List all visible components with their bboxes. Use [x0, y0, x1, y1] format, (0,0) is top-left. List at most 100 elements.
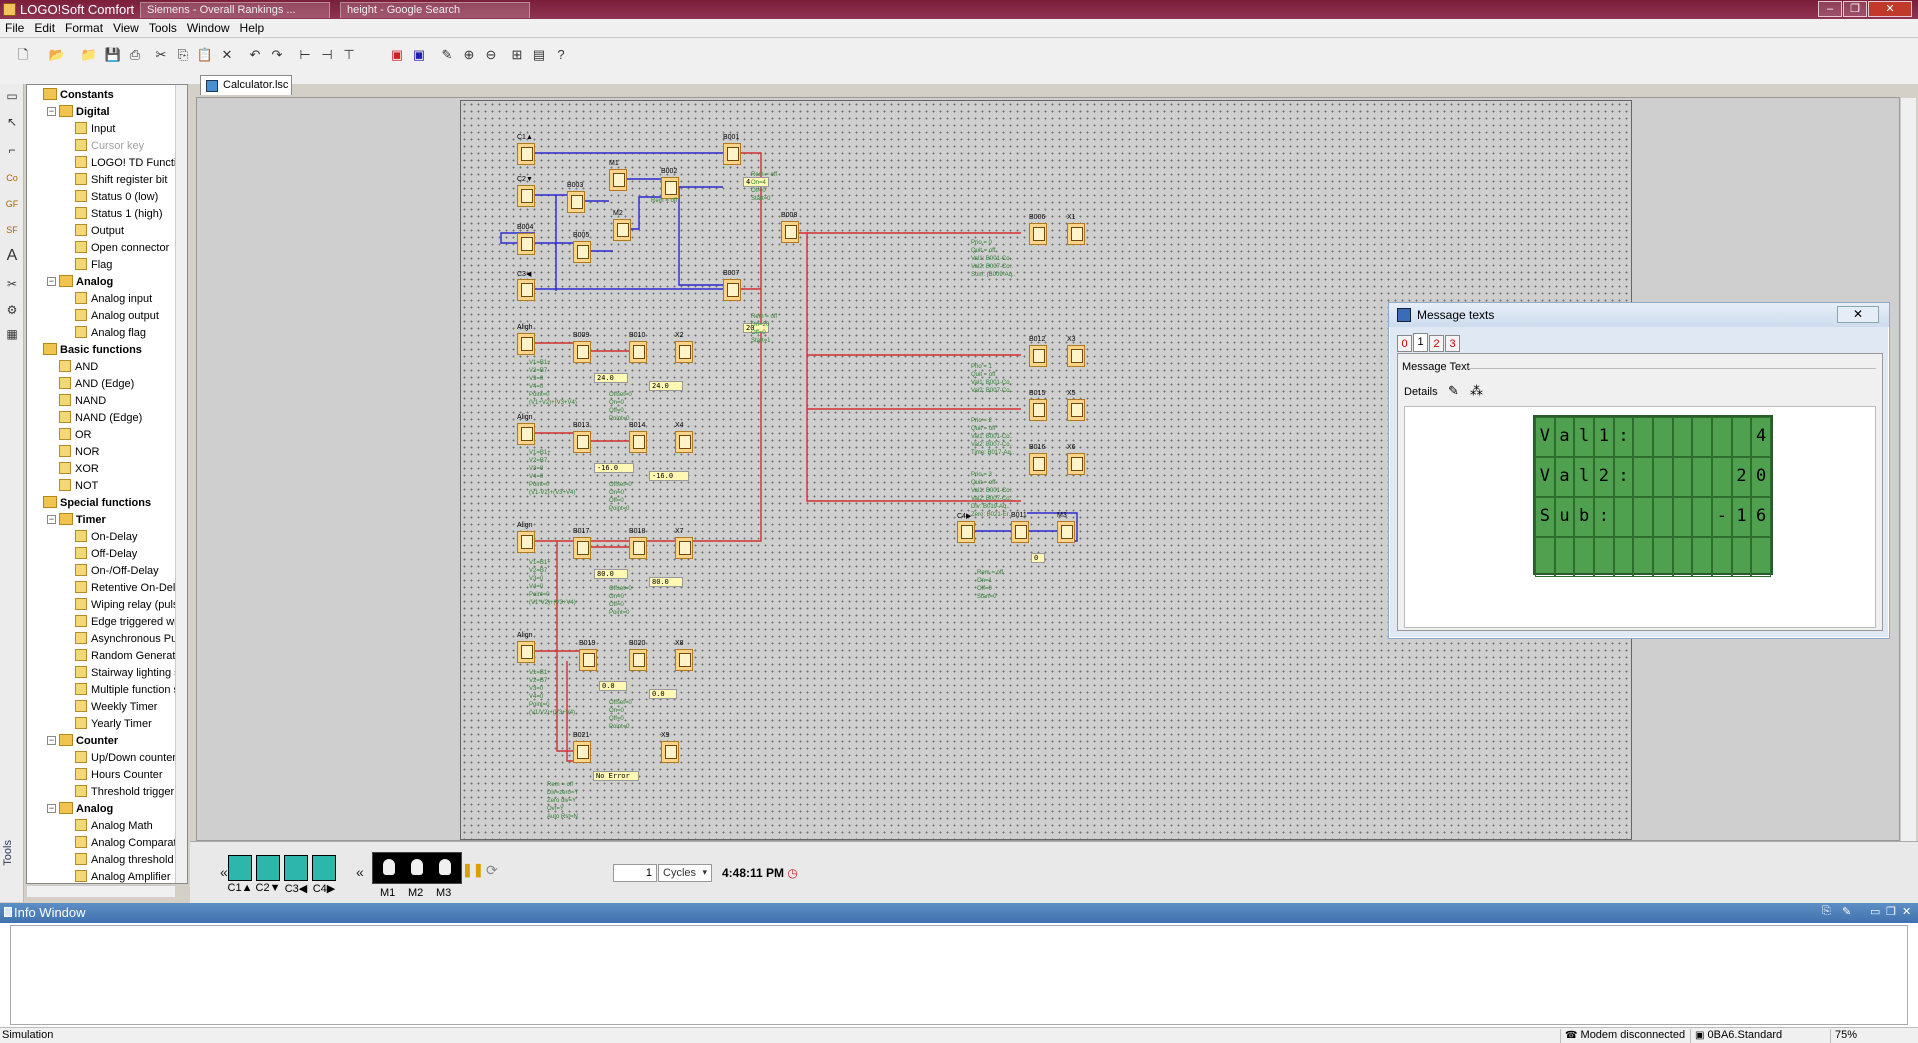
function-block[interactable] [1067, 453, 1085, 475]
function-block[interactable] [675, 431, 693, 453]
function-block[interactable] [517, 279, 535, 301]
clock-icon[interactable]: ◷ [787, 866, 797, 880]
tree-item[interactable]: NOR [59, 444, 99, 460]
function-block[interactable] [629, 431, 647, 453]
tree-folder[interactable]: Digital [59, 104, 110, 120]
message-tab-1[interactable]: 1 [1413, 333, 1428, 352]
tree-item[interactable]: Shift register bit [75, 172, 167, 188]
collapse-outputs-icon[interactable]: « [356, 864, 364, 880]
collapse-toggle-icon[interactable]: − [47, 277, 56, 286]
tree-item[interactable]: Input [75, 121, 115, 137]
info-clear-icon[interactable]: ✎ [1842, 905, 1851, 918]
function-block[interactable] [1067, 223, 1085, 245]
message-tab-0[interactable]: 0 [1397, 335, 1412, 352]
tree-item[interactable]: Multiple function s [75, 682, 179, 698]
info-copy-icon[interactable]: ⎘ [1822, 905, 1831, 918]
redo-icon[interactable]: ↷ [268, 46, 286, 64]
function-block[interactable] [573, 537, 591, 559]
menu-view[interactable]: View [108, 19, 144, 35]
maximize-button[interactable]: ❐ [1843, 1, 1867, 17]
tree-folder[interactable]: Counter [59, 733, 118, 749]
menu-help[interactable]: Help [235, 19, 270, 35]
tree-item[interactable]: Off-Delay [75, 546, 137, 562]
tree-item[interactable]: Analog flag [75, 325, 146, 341]
fit-page-icon[interactable]: ⊞ [508, 46, 526, 64]
align-left-icon[interactable]: ⊢ [296, 46, 314, 64]
collapse-inputs-icon[interactable]: « [220, 864, 228, 880]
menu-window[interactable]: Window [182, 19, 235, 35]
text-tool-icon[interactable]: A [2, 246, 22, 266]
function-block[interactable] [629, 341, 647, 363]
tree-item[interactable]: Analog Comparato [75, 835, 183, 851]
collapse-toggle-icon[interactable]: − [47, 107, 56, 116]
tree-item[interactable]: On-Delay [75, 529, 137, 545]
tree-folder[interactable]: Special functions [43, 495, 151, 511]
tree-item[interactable]: Analog threshold t [75, 852, 180, 868]
tree-item[interactable]: Stairway lighting s [75, 665, 180, 681]
pause-icon[interactable]: ❚❚ [462, 862, 484, 878]
open-recent-icon[interactable]: 📁 [80, 46, 98, 64]
connect-tool-icon[interactable]: ⌐ [2, 140, 22, 160]
tree-folder[interactable]: Analog [59, 801, 113, 817]
tree-item[interactable]: XOR [59, 461, 99, 477]
tree-item[interactable]: AND [59, 359, 98, 375]
function-block[interactable] [661, 741, 679, 763]
tree-horizontal-scrollbar[interactable] [27, 885, 175, 897]
print-icon[interactable]: ⎙ [126, 46, 144, 64]
function-block[interactable] [517, 143, 535, 165]
background-tab-1[interactable]: Siemens - Overall Rankings ... [140, 2, 330, 18]
info-minimize-icon[interactable]: ▭ [1870, 905, 1880, 918]
transfer-logo-pc-icon[interactable]: ▣ [410, 46, 428, 64]
tree-item[interactable]: Analog Math [75, 818, 153, 834]
tree-folder[interactable]: Analog [59, 274, 113, 290]
info-close-icon[interactable]: ✕ [1902, 905, 1911, 918]
input-c3-button[interactable] [284, 855, 308, 881]
function-block[interactable] [517, 423, 535, 445]
function-block[interactable] [573, 431, 591, 453]
close-button[interactable]: ✕ [1868, 1, 1912, 17]
message-window-close-button[interactable]: ✕ [1837, 306, 1879, 323]
tree-item[interactable]: Asynchronous Pul [75, 631, 180, 647]
function-block[interactable] [723, 279, 741, 301]
sf-tool-icon[interactable]: SF [2, 220, 22, 240]
tree-item[interactable]: Edge triggered wi [75, 614, 177, 630]
function-block[interactable] [567, 191, 585, 213]
function-block[interactable] [957, 521, 975, 543]
undo-icon[interactable]: ↶ [246, 46, 264, 64]
tree-item[interactable]: Open connector [75, 240, 169, 256]
tree-item[interactable]: Wiping relay (puls [75, 597, 178, 613]
edit-message-icon[interactable]: ✎ [1448, 383, 1459, 399]
tree-item[interactable]: Random Generato [75, 648, 182, 664]
open-file-icon[interactable]: 📂 [48, 46, 66, 64]
input-c4-button[interactable] [312, 855, 336, 881]
tree-item[interactable]: OR [59, 427, 92, 443]
tree-item[interactable]: AND (Edge) [59, 376, 134, 392]
background-tab-2[interactable]: height - Google Search [340, 2, 530, 18]
function-block[interactable] [661, 177, 679, 199]
context-help-icon[interactable]: ? [552, 46, 570, 64]
tree-vertical-scrollbar[interactable] [175, 85, 187, 883]
input-c2-button[interactable] [256, 855, 280, 881]
function-block[interactable] [609, 169, 627, 191]
cut-connection-icon[interactable]: ✂ [2, 274, 22, 294]
function-block[interactable] [1067, 345, 1085, 367]
function-block[interactable] [1029, 345, 1047, 367]
lcd-display[interactable]: Val1:4Val2:20Sub:-16 [1533, 415, 1773, 577]
tree-item[interactable]: Status 1 (high) [75, 206, 163, 222]
collapse-toggle-icon[interactable]: − [47, 515, 56, 524]
zoom-in-icon[interactable]: ⊕ [460, 46, 478, 64]
cut-icon[interactable]: ✂ [152, 46, 170, 64]
delete-icon[interactable]: ✕ [218, 46, 236, 64]
function-block[interactable] [579, 649, 597, 671]
minimize-button[interactable]: – [1818, 1, 1842, 17]
tree-item[interactable]: Analog output [75, 308, 159, 324]
tree-item[interactable]: Output [75, 223, 124, 239]
function-block[interactable] [517, 333, 535, 355]
function-block[interactable] [517, 641, 535, 663]
align-right-icon[interactable]: ⊣ [318, 46, 336, 64]
tree-item[interactable]: Analog input [75, 291, 152, 307]
cycles-unit-select[interactable]: Cycles ▾ [658, 864, 712, 882]
collapse-toggle-icon[interactable]: − [47, 736, 56, 745]
new-file-icon[interactable]: 🗋 [14, 46, 32, 64]
simulation-tool-icon[interactable]: ⚙ [2, 300, 22, 320]
